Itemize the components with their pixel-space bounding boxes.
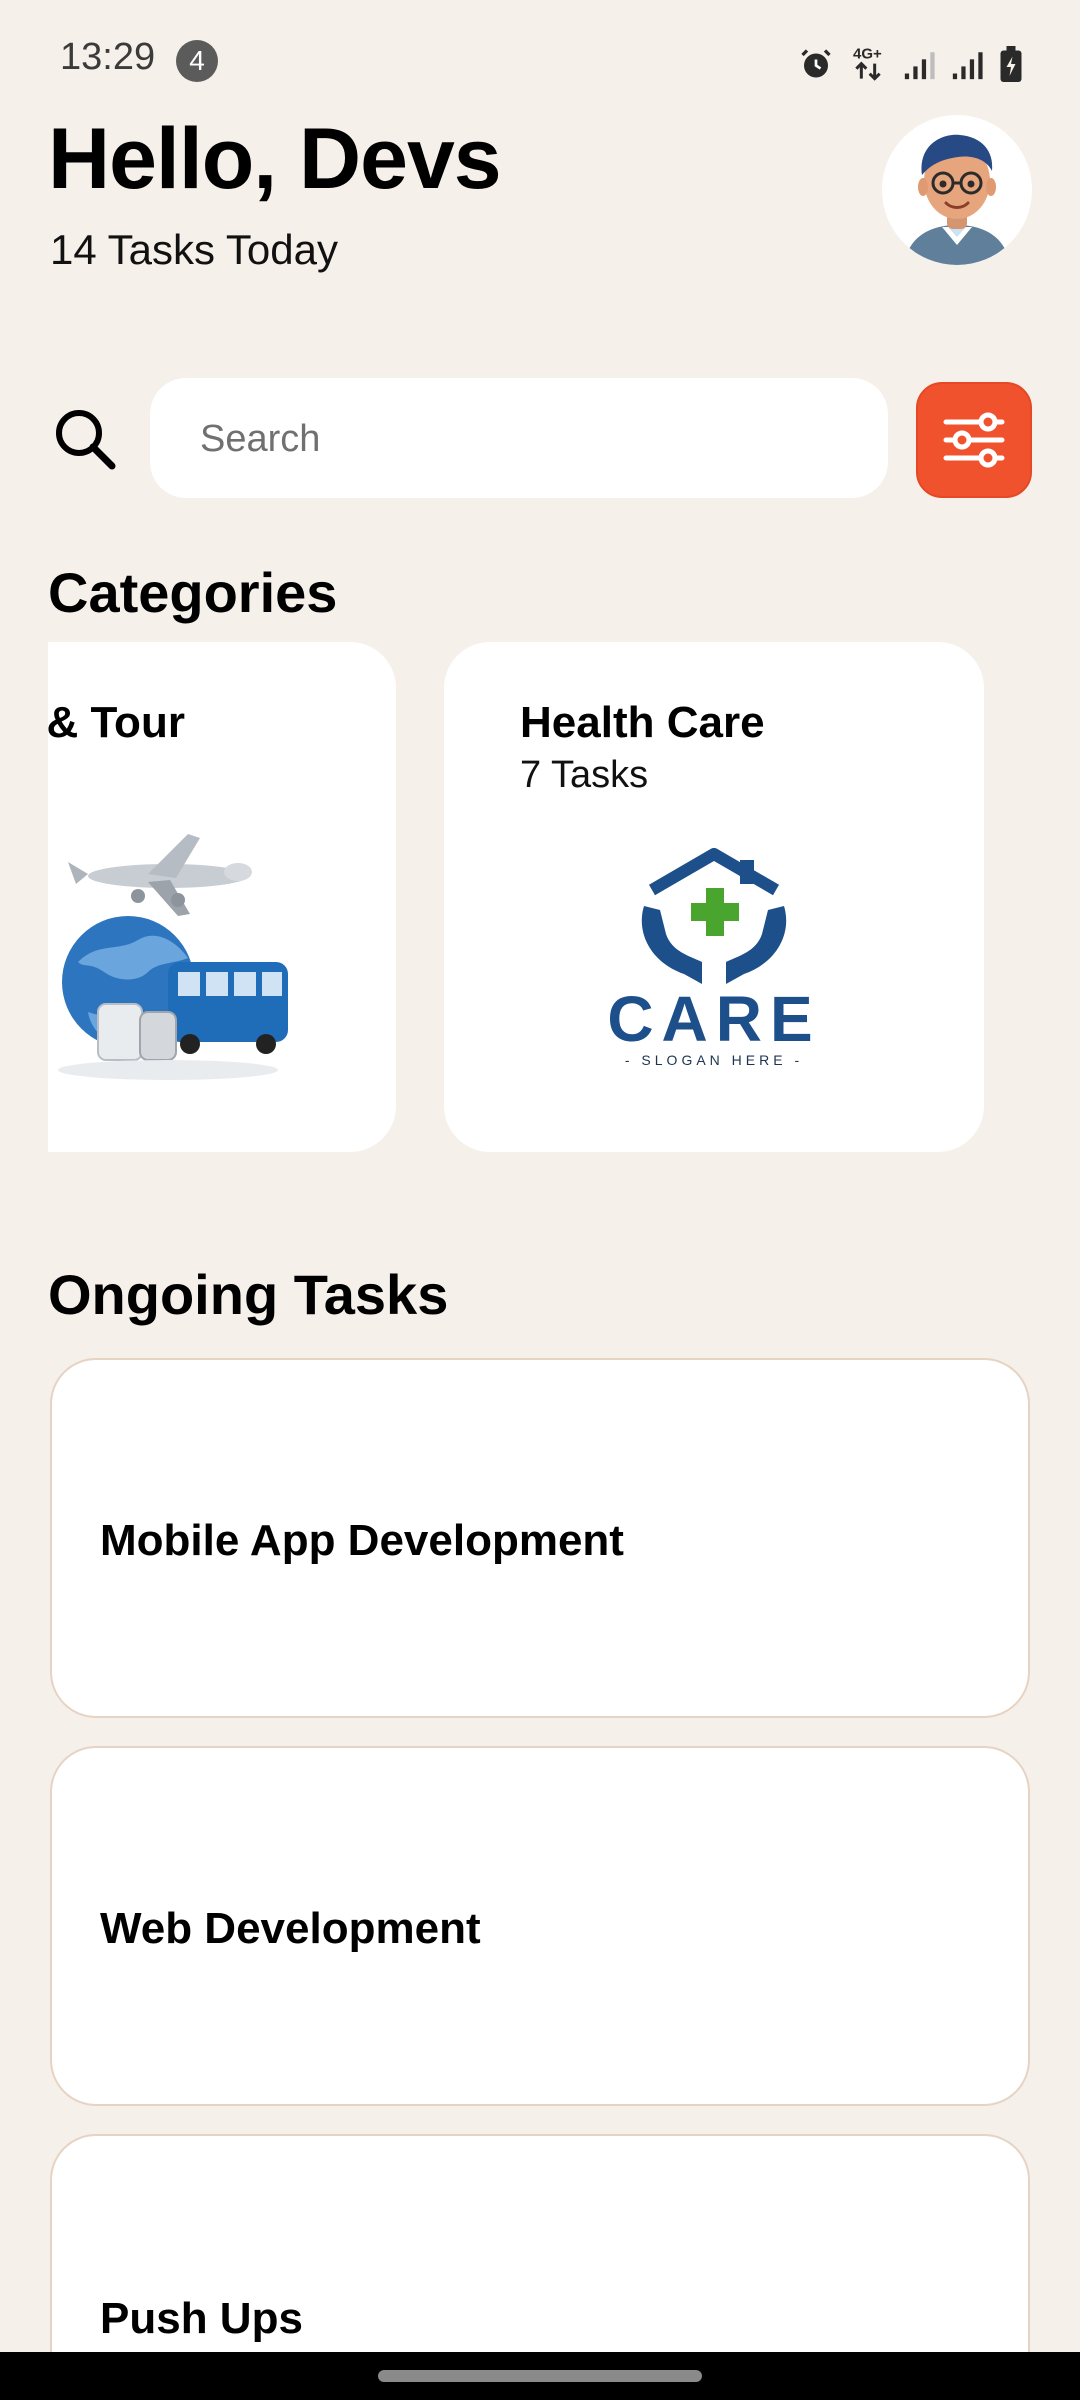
battery-charging-icon [1000,46,1022,82]
tasks-today-subtitle: 14 Tasks Today [50,226,338,273]
network-4g-icon: 4G+ [853,46,882,81]
category-card-health-care[interactable]: Health Care 7 Tasks CARE - SLOGAN HERE - [444,642,984,1152]
home-gesture-handle[interactable] [378,2370,702,2382]
category-count: 7 Tasks [520,754,649,796]
task-title: Web Development [100,1904,481,1953]
filter-button[interactable] [916,382,1032,498]
task-title: Mobile App Development [100,1516,624,1565]
signal-icon [952,52,983,80]
category-title: Health Care [520,698,765,747]
search-icon[interactable] [50,404,120,474]
greeting-title: Hello, Devs [48,111,502,207]
user-avatar-icon [882,115,1032,265]
category-card-clip: l & Tour s [48,642,396,1152]
notification-count-badge: 4 [176,40,218,82]
signal-icon [904,52,935,80]
status-icons: 4G+ [798,42,1024,82]
task-card[interactable]: Web Development [50,1746,1030,2106]
care-logo-slogan: - SLOGAN HERE - [624,1052,804,1068]
category-card-travel[interactable]: l & Tour s [48,642,396,1152]
care-logo-word: CARE [607,983,821,1055]
task-card[interactable]: Push Ups [50,2134,1030,2374]
sliders-icon [943,412,1005,468]
svg-text:4G+: 4G+ [853,46,882,63]
alarm-icon [801,49,831,78]
travel-image [58,834,288,1080]
task-title: Push Ups [100,2294,303,2343]
ongoing-tasks-title: Ongoing Tasks [48,1263,449,1326]
categories-title: Categories [48,561,338,624]
category-title: l & Tour [48,698,185,747]
avatar[interactable] [882,115,1032,265]
task-card[interactable]: Mobile App Development [50,1358,1030,1718]
search-input[interactable] [198,378,842,500]
search-box [150,378,888,500]
status-time: 13:29 [60,36,156,78]
